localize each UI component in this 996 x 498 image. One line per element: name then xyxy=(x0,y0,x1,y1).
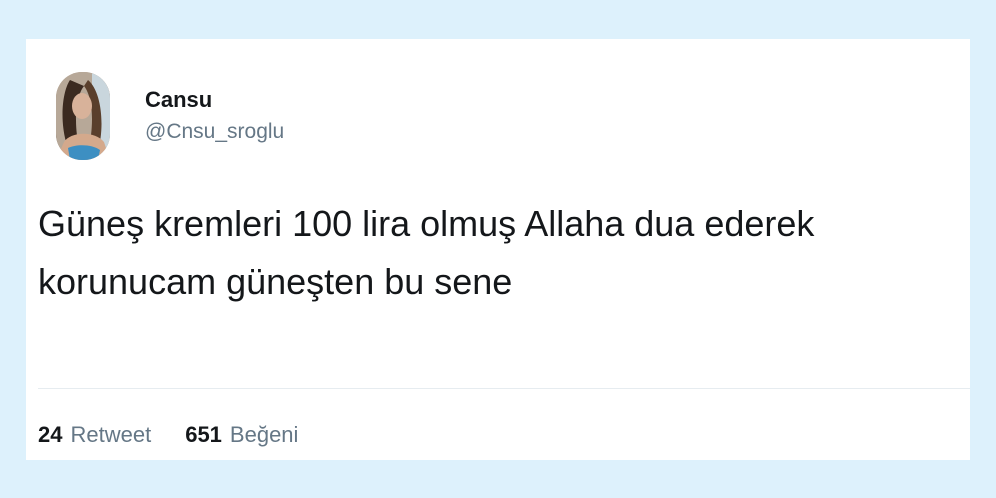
author-handle[interactable]: @Cnsu_sroglu xyxy=(145,119,284,145)
avatar-photo xyxy=(56,72,110,160)
like-count: 651 xyxy=(185,422,222,447)
tweet-text-line-1: Güneş kremleri 100 lira olmuş Allaha dua… xyxy=(38,203,815,244)
retweet-label: Retweet xyxy=(70,422,152,447)
avatar[interactable] xyxy=(56,72,110,160)
tweet-card: Cansu @Cnsu_sroglu Güneş kremleri 100 li… xyxy=(26,39,970,460)
author-display-name[interactable]: Cansu xyxy=(145,87,284,113)
retweet-stat[interactable]: 24 Retweet xyxy=(38,422,151,448)
tweet-text-line-2: korunucam güneşten bu sene xyxy=(38,261,513,302)
stats-divider xyxy=(38,388,970,389)
tweet-text: Güneş kremleri 100 lira olmuş Allaha dua… xyxy=(38,195,958,311)
retweet-count: 24 xyxy=(38,422,63,447)
tweet-author: Cansu @Cnsu_sroglu xyxy=(145,87,284,145)
tweet-stats: 24 Retweet 651 Beğeni xyxy=(38,422,298,448)
like-stat[interactable]: 651 Beğeni xyxy=(185,422,298,448)
like-label: Beğeni xyxy=(229,422,299,447)
